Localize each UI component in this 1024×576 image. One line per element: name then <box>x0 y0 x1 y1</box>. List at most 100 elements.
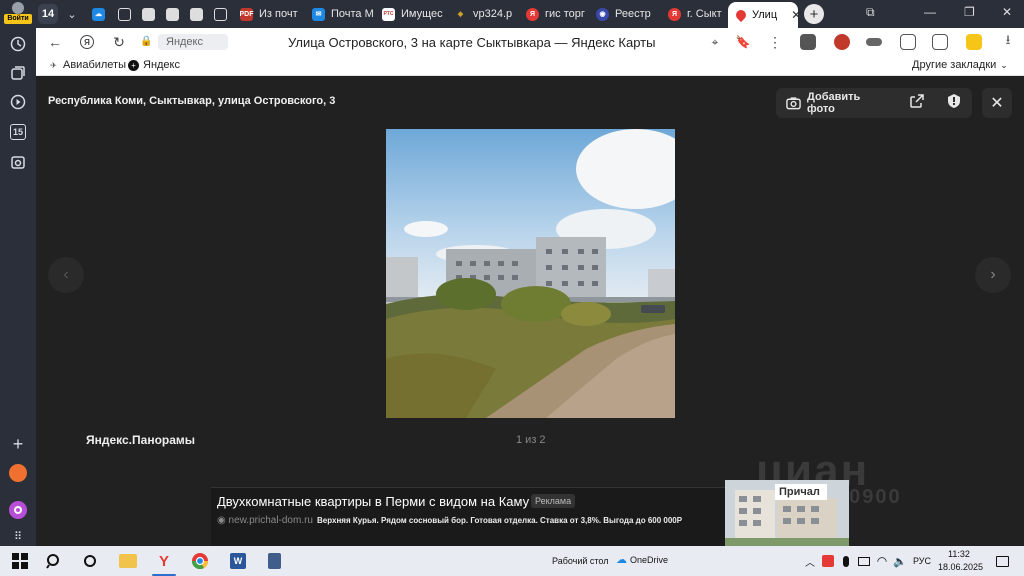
tray-app-icon[interactable] <box>818 551 838 571</box>
yandex-home-icon[interactable]: Я <box>78 33 96 51</box>
calculator-icon[interactable] <box>264 551 284 571</box>
tab-doc-5[interactable] <box>214 3 233 25</box>
search-icon[interactable] <box>44 551 64 571</box>
ad-image-sign: Причал <box>779 486 820 498</box>
yandex-icon: + <box>128 59 139 71</box>
bookmark-item[interactable]: + Яндекс <box>128 59 180 71</box>
reload-icon[interactable]: ↻ <box>110 33 128 51</box>
download-icon[interactable]: ⭳ <box>1000 32 1016 50</box>
back-icon[interactable]: ← <box>46 33 64 51</box>
chrome-icon[interactable] <box>190 551 210 571</box>
other-bookmarks[interactable]: Другие закладки ⌄ <box>912 59 1008 71</box>
rts-icon: РТС <box>382 7 395 21</box>
login-label: Войти <box>4 14 32 24</box>
add-icon[interactable]: + <box>6 432 30 456</box>
address-bar[interactable]: 🔒 Яндекс Улица Островского, 3 на карте С… <box>140 31 740 53</box>
image-icon <box>190 7 203 21</box>
close-tab-icon[interactable]: ✕ <box>791 8 798 22</box>
screen: Войти 15 + ⠿ 14 ⌄ ☁ PDF Из почт ✉ Почта … <box>0 0 1024 576</box>
tray-chevron-icon[interactable]: ︿ <box>800 551 820 571</box>
clock-time[interactable]: 11:32 <box>948 549 970 559</box>
globe-icon: ◉ <box>217 515 226 526</box>
minimize-icon[interactable]: — <box>924 5 936 19</box>
history-icon[interactable] <box>6 32 30 56</box>
language-indicator[interactable]: РУС <box>913 556 931 566</box>
tab-counter[interactable]: 14 <box>38 4 58 24</box>
site-chip: Яндекс <box>158 34 228 50</box>
cloud-icon: ☁ <box>616 554 627 566</box>
tab-item[interactable]: PDF Из почт <box>240 3 304 25</box>
tab-item[interactable]: Я гис торг <box>526 3 588 25</box>
address-toolbar: ← Я ↻ 🔒 Яндекс Улица Островского, 3 на к… <box>36 28 1024 56</box>
plane-icon: ✈ <box>50 60 57 70</box>
tab-item[interactable]: ✉ Почта М <box>312 3 376 25</box>
tab-list-chevron-icon[interactable]: ⌄ <box>64 3 80 25</box>
ad-image[interactable]: Причал <box>725 480 849 546</box>
ad-title[interactable]: Двухкомнатные квартиры в Перми с видом н… <box>217 494 529 509</box>
doc-icon <box>214 7 227 21</box>
extension-icon[interactable] <box>966 34 982 50</box>
task-view-icon[interactable] <box>80 551 100 571</box>
ok-icon[interactable] <box>6 461 30 485</box>
tab-item[interactable]: ◆ vp324.p <box>454 3 518 25</box>
extension-icon[interactable] <box>834 34 850 50</box>
ad-domain[interactable]: ◉ new.prichal-dom.ru <box>217 515 313 526</box>
clock-date[interactable]: 18.06.2025 <box>938 562 983 572</box>
next-photo-button[interactable]: › <box>975 257 1011 293</box>
tab-doc-1[interactable] <box>118 3 137 25</box>
image-icon <box>142 7 155 21</box>
share-icon[interactable] <box>910 93 924 113</box>
bookmark-icon[interactable]: 🔖 <box>734 33 752 51</box>
add-photo-button[interactable]: Добавить фото <box>786 91 886 115</box>
bookmark-item[interactable]: ✈ Авиабилеты <box>48 59 126 71</box>
monitor-icon[interactable] <box>854 551 874 571</box>
chevron-down-icon: ⌄ <box>1000 59 1008 70</box>
close-viewer-button[interactable]: ✕ <box>982 88 1012 118</box>
word-icon[interactable]: W <box>228 551 248 571</box>
tab-item[interactable]: РТС Имущес <box>382 3 444 25</box>
tab-doc-3[interactable] <box>166 3 185 25</box>
collections-icon[interactable] <box>6 61 30 85</box>
calendar-icon[interactable]: 15 <box>6 120 30 144</box>
tab-active[interactable]: Улиц ✕ <box>728 2 798 28</box>
ad-banner[interactable]: Двухкомнатные квартиры в Перми с видом н… <box>211 487 725 546</box>
play-icon[interactable] <box>6 90 30 114</box>
tab-cloud[interactable]: ☁ <box>92 3 111 25</box>
tab-item[interactable]: Я г. Сыкт <box>668 3 728 25</box>
tab-doc-2[interactable] <box>142 3 161 25</box>
close-window-icon[interactable]: ✕ <box>1002 5 1012 19</box>
file-explorer-icon[interactable] <box>118 551 138 571</box>
onedrive-status[interactable]: ☁ OneDrive <box>616 553 668 566</box>
volume-icon[interactable]: 🔈 <box>890 551 910 571</box>
avatar <box>12 2 24 14</box>
menu-dots-icon[interactable]: ⋮ <box>766 33 784 51</box>
restore-icon[interactable]: ❐ <box>964 5 975 19</box>
tab-bar: 14 ⌄ ☁ PDF Из почт ✉ Почта М РТС Имущес … <box>36 0 1024 28</box>
microphone-icon[interactable] <box>836 551 856 571</box>
apps-grid-icon[interactable]: ⠿ <box>6 524 30 548</box>
tab-doc-4[interactable] <box>190 3 209 25</box>
location-icon[interactable]: ⌖ <box>706 33 724 51</box>
camera-icon <box>786 97 801 110</box>
new-tab-button[interactable]: + <box>804 4 824 24</box>
tab-item[interactable]: ◉ Реестр <box>596 3 658 25</box>
shield-extension-icon[interactable] <box>800 34 816 50</box>
windows-start-icon[interactable] <box>10 551 30 571</box>
panoramas-brand: Яндекс.Панорамы <box>86 433 196 447</box>
lock-icon: 🔒 <box>140 36 153 47</box>
extension-icon[interactable] <box>932 34 948 50</box>
extension-icon[interactable] <box>866 38 882 46</box>
desktop-label[interactable]: Рабочий стол <box>552 556 609 566</box>
notification-icon[interactable] <box>992 551 1012 571</box>
doc-icon <box>118 7 131 21</box>
yandex-browser-icon[interactable]: Y <box>154 551 174 571</box>
viewer-actions: Добавить фото <box>776 88 972 118</box>
tab-layout-icon[interactable]: ⧉ <box>866 5 875 20</box>
report-icon[interactable] <box>946 93 962 114</box>
alice-icon[interactable] <box>6 498 30 522</box>
prev-photo-button[interactable]: ‹ <box>48 257 84 293</box>
puzzle-icon[interactable] <box>900 34 916 50</box>
wifi-icon[interactable]: ◠ <box>872 551 892 571</box>
camera-icon[interactable] <box>6 150 30 174</box>
login-button[interactable]: Войти <box>4 2 32 24</box>
